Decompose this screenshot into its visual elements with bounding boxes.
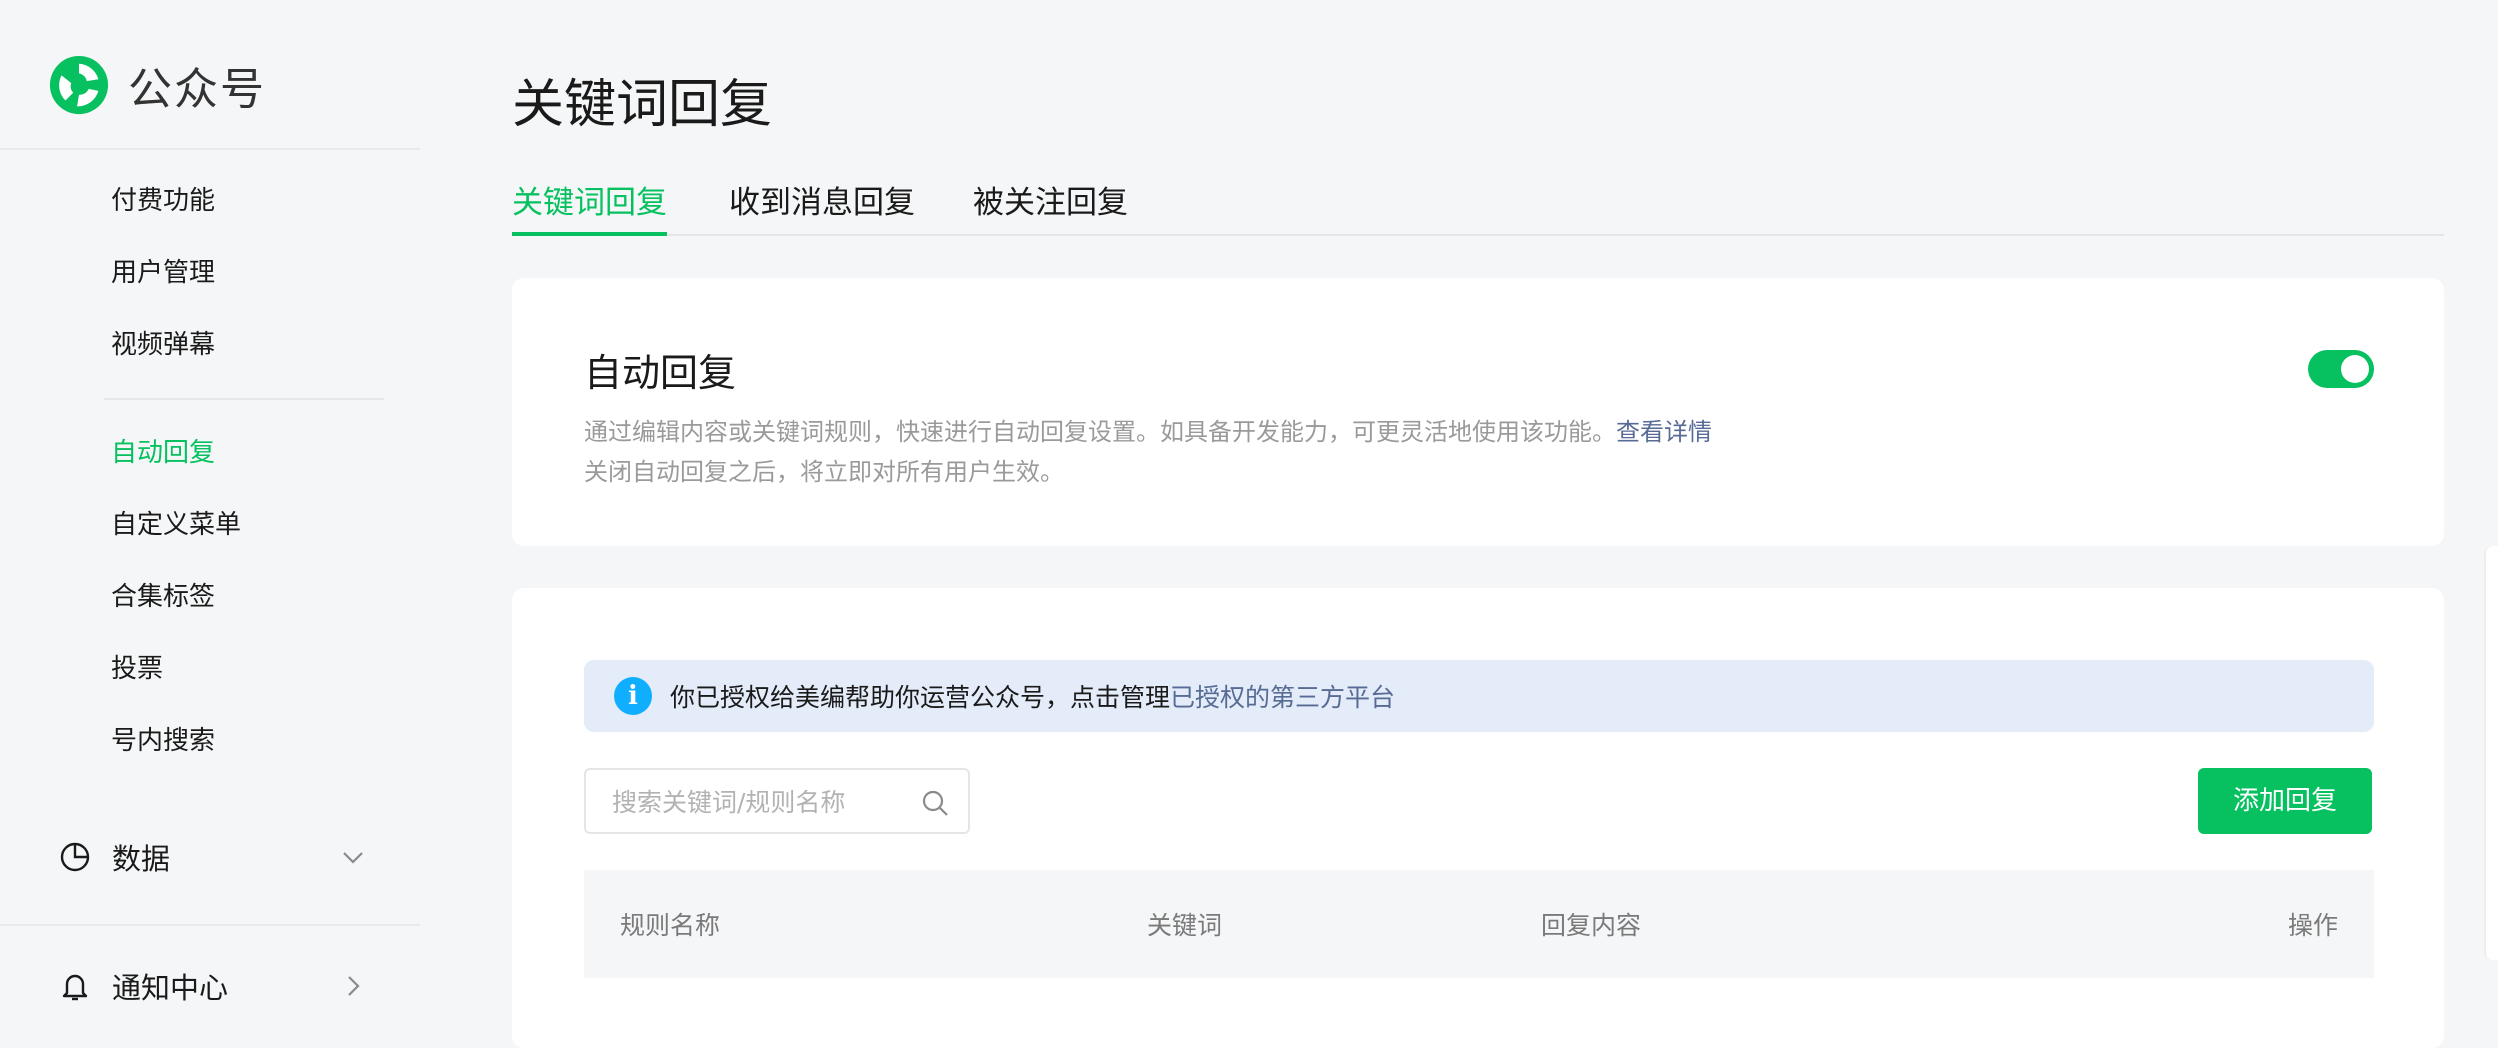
info-icon: i (614, 677, 652, 715)
sidebar-item-custom-menu[interactable]: 自定义菜单 (111, 505, 241, 545)
sidebar-divider (0, 924, 420, 926)
toggle-knob (2341, 355, 2369, 383)
tab-keyword-reply[interactable]: 关键词回复 (512, 180, 667, 236)
tab-message-reply[interactable]: 收到消息回复 (729, 180, 915, 236)
page-title: 关键词回复 (512, 75, 773, 135)
view-details-link[interactable]: 查看详情 (1616, 418, 1712, 446)
notice-text: 你已授权给美编帮助你运营公众号，点击管理 (670, 683, 1171, 712)
sidebar-item-auto-reply[interactable]: 自动回复 (111, 433, 215, 473)
brand[interactable]: 公众号 (48, 52, 266, 118)
chevron-right-icon (348, 976, 360, 996)
keyword-rules-card: i 你已授权给美编帮助你运营公众号，点击管理已授权的第三方平台 添加回复 规则名… (512, 588, 2444, 1048)
side-drawer-edge[interactable] (2484, 546, 2498, 960)
sidebar-group-data-label: 数据 (112, 842, 171, 876)
auto-reply-desc-line2: 关闭自动回复之后，将立即对所有用户生效。 (584, 458, 1064, 486)
search-input[interactable] (612, 782, 912, 822)
sidebar-item-vote[interactable]: 投票 (111, 649, 163, 689)
search-box (584, 768, 970, 834)
sidebar-item-user-management[interactable]: 用户管理 (111, 253, 215, 293)
rules-table-header: 规则名称 关键词 回复内容 操作 (584, 870, 2374, 978)
sidebar-item-paid-features[interactable]: 付费功能 (111, 181, 215, 221)
add-reply-button[interactable]: 添加回复 (2198, 768, 2372, 834)
search-icon[interactable] (920, 788, 950, 818)
sidebar-group-notification-label: 通知中心 (112, 971, 229, 1005)
sidebar-group-data[interactable]: 数据 (58, 833, 368, 881)
sidebar-subdivider (104, 398, 384, 400)
wechat-official-logo-icon (49, 55, 109, 115)
sidebar-item-in-account-search[interactable]: 号内搜索 (111, 721, 215, 761)
third-party-platform-link[interactable]: 已授权的第三方平台 (1170, 678, 1395, 714)
chevron-down-icon (343, 852, 363, 864)
sidebar-item-collection-tags[interactable]: 合集标签 (111, 577, 215, 617)
sidebar-divider (0, 148, 420, 150)
authorization-notice: i 你已授权给美编帮助你运营公众号，点击管理 已授权的第三方平台 (584, 660, 2374, 732)
auto-reply-title: 自动回复 (584, 351, 737, 395)
auto-reply-toggle[interactable] (2308, 350, 2374, 388)
column-header-rule-name: 规则名称 (620, 911, 721, 940)
sidebar-item-video-danmaku[interactable]: 视频弹幕 (111, 325, 215, 365)
auto-reply-description: 通过编辑内容或关键词规则，快速进行自动回复设置。如具备开发能力，可更灵活地使用该… (584, 412, 1712, 492)
auto-reply-card: 自动回复 通过编辑内容或关键词规则，快速进行自动回复设置。如具备开发能力，可更灵… (512, 278, 2444, 546)
tab-follow-reply[interactable]: 被关注回复 (973, 180, 1128, 236)
pie-chart-icon (60, 842, 90, 872)
sidebar: 公众号 付费功能 用户管理 视频弹幕 自动回复 自定义菜单 合集标签 投票 号内… (0, 0, 420, 1041)
sidebar-group-notification-center[interactable]: 通知中心 (58, 962, 368, 1010)
column-header-actions: 操作 (2287, 911, 2338, 940)
tab-bar: 关键词回复 收到消息回复 被关注回复 (512, 180, 2444, 236)
column-header-keyword: 关键词 (1147, 911, 1223, 940)
brand-name: 公众号 (128, 64, 266, 115)
auto-reply-desc-line1: 通过编辑内容或关键词规则，快速进行自动回复设置。如具备开发能力，可更灵活地使用该… (584, 418, 1616, 446)
bell-icon (62, 974, 88, 1001)
column-header-reply-content: 回复内容 (1541, 911, 1642, 940)
